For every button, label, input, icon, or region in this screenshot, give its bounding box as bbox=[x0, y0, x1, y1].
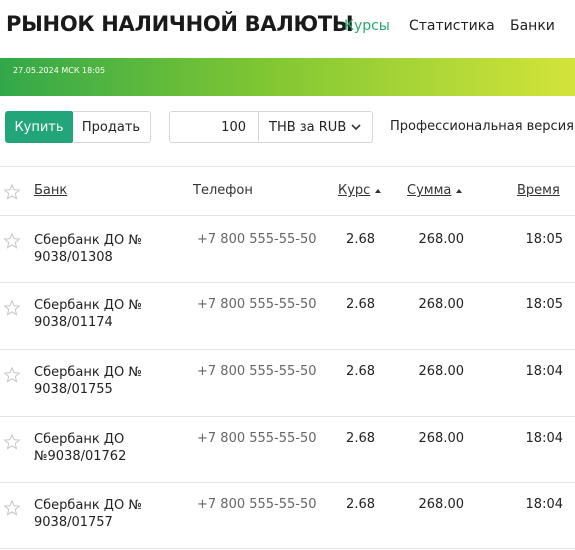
table-row: Сбербанк ДО № 9038/01757 +7 800 555-55-5… bbox=[0, 483, 575, 550]
sort-up-icon bbox=[456, 188, 463, 193]
bank-name[interactable]: Сбербанк ДО №9038/01762 bbox=[34, 431, 174, 465]
sell-button[interactable]: Продать bbox=[72, 111, 151, 143]
nav-item-rates[interactable]: Курсы bbox=[344, 18, 390, 34]
status-banner bbox=[0, 58, 575, 96]
sum-value: 268.00 bbox=[418, 431, 465, 446]
bank-name[interactable]: Сбербанк ДО № 9038/01174 bbox=[34, 297, 174, 331]
table-row: Сбербанк ДО № 9038/01174 +7 800 555-55-5… bbox=[0, 283, 575, 350]
sum-value: 268.00 bbox=[418, 297, 465, 312]
sum-header-label: Сумма bbox=[407, 183, 452, 198]
site-title: РЫНОК НАЛИЧНОЙ ВАЛЮТЫ bbox=[6, 12, 354, 36]
amount-input[interactable]: 100 bbox=[169, 111, 259, 143]
sort-up-icon bbox=[375, 188, 382, 193]
bank-phone: +7 800 555-55-50 bbox=[197, 297, 317, 312]
sum-value: 268.00 bbox=[418, 364, 465, 379]
banner-timestamp: 27.05.2024 МСК 18:05 bbox=[13, 66, 106, 75]
nav-item-statistics[interactable]: Статистика bbox=[409, 18, 495, 34]
column-header-bank[interactable]: Банк bbox=[34, 183, 67, 198]
table-row: Сбербанк ДО № 9038/01755 +7 800 555-55-5… bbox=[0, 350, 575, 417]
currency-select[interactable]: THB за RUB bbox=[258, 111, 373, 143]
table-row: Сбербанк ДО №9038/01762 +7 800 555-55-50… bbox=[0, 417, 575, 484]
column-header-rate[interactable]: Курс bbox=[338, 183, 382, 198]
currency-select-value: THB за RUB bbox=[269, 119, 347, 135]
exchange-rate: 2.68 bbox=[346, 497, 375, 512]
sum-value: 268.00 bbox=[418, 232, 465, 247]
rate-header-label: Курс bbox=[338, 183, 371, 198]
star-outline-icon[interactable] bbox=[3, 183, 21, 201]
column-header-sum[interactable]: Сумма bbox=[407, 183, 463, 198]
pro-version-link[interactable]: Профессиональная версия bbox=[390, 119, 574, 134]
update-time: 18:05 bbox=[525, 297, 563, 312]
bank-name[interactable]: Сбербанк ДО № 9038/01755 bbox=[34, 364, 174, 398]
sum-value: 268.00 bbox=[418, 497, 465, 512]
exchange-rate: 2.68 bbox=[346, 431, 375, 446]
bank-phone: +7 800 555-55-50 bbox=[197, 497, 317, 512]
exchange-rate: 2.68 bbox=[346, 297, 375, 312]
star-outline-icon[interactable] bbox=[3, 433, 21, 451]
star-outline-icon[interactable] bbox=[3, 299, 21, 317]
exchange-rate: 2.68 bbox=[346, 232, 375, 247]
star-outline-icon[interactable] bbox=[3, 366, 21, 384]
star-outline-icon[interactable] bbox=[3, 499, 21, 517]
chevron-down-icon bbox=[351, 124, 361, 131]
bank-name[interactable]: Сбербанк ДО № 9038/01308 bbox=[34, 232, 174, 266]
bank-phone: +7 800 555-55-50 bbox=[197, 431, 317, 446]
column-header-phone: Телефон bbox=[193, 183, 253, 198]
divider bbox=[0, 548, 575, 549]
buy-button[interactable]: Купить bbox=[5, 111, 73, 143]
column-header-time[interactable]: Время bbox=[517, 183, 560, 198]
table-row: Сбербанк ДО № 9038/01308 +7 800 555-55-5… bbox=[0, 216, 575, 283]
bank-phone: +7 800 555-55-50 bbox=[197, 364, 317, 379]
update-time: 18:04 bbox=[525, 364, 563, 379]
divider bbox=[0, 166, 575, 167]
exchange-rate: 2.68 bbox=[346, 364, 375, 379]
update-time: 18:04 bbox=[525, 431, 563, 446]
star-outline-icon[interactable] bbox=[3, 232, 21, 250]
bank-name[interactable]: Сбербанк ДО № 9038/01757 bbox=[34, 497, 174, 531]
update-time: 18:05 bbox=[525, 232, 563, 247]
update-time: 18:04 bbox=[525, 497, 563, 512]
bank-phone: +7 800 555-55-50 bbox=[197, 232, 317, 247]
nav-item-banks[interactable]: Банки bbox=[510, 18, 555, 34]
